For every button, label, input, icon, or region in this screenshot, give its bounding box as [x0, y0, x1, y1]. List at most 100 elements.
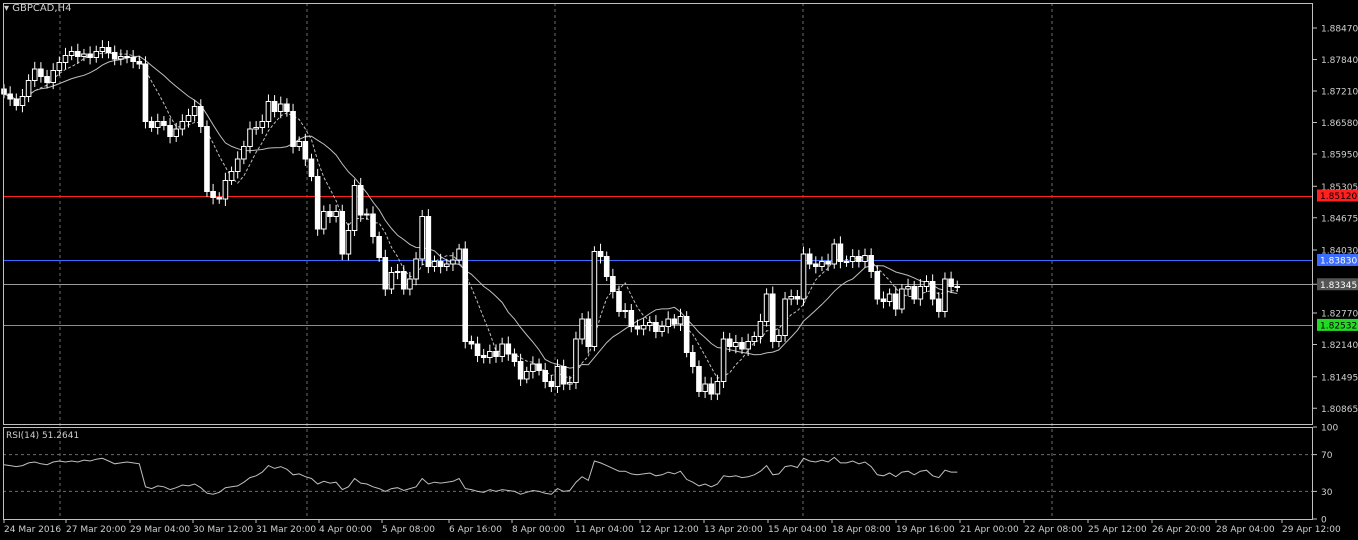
price-tick-label: 1.87210	[1321, 88, 1358, 98]
candle-body	[124, 56, 130, 58]
candle-body	[425, 216, 432, 267]
candle-body	[148, 121, 155, 128]
price-tick-label: 1.88470	[1321, 25, 1358, 35]
chart-canvas[interactable]: 1.884701.878401.872101.865801.859501.853…	[0, 0, 1358, 540]
candle-body	[394, 271, 401, 273]
candle-body	[357, 185, 364, 216]
candle-body	[911, 286, 918, 300]
candle-body	[856, 256, 862, 262]
candle-body	[204, 126, 210, 192]
candle-body	[364, 213, 370, 216]
dropdown-triangle-icon[interactable]: ▾	[4, 3, 9, 14]
candle-body	[616, 291, 622, 312]
candle-body	[954, 286, 961, 288]
candle-body	[554, 366, 561, 387]
time-tick-label: 15 Apr 04:00	[768, 525, 827, 535]
candle-body	[44, 76, 50, 83]
candle-body	[591, 251, 598, 347]
candle-body	[892, 293, 899, 310]
candle-body	[905, 286, 911, 290]
candle-body	[763, 293, 770, 322]
candle-body	[136, 61, 143, 65]
candle-body	[776, 335, 782, 342]
candle-body	[400, 271, 407, 290]
candle-body	[849, 256, 856, 262]
candle-body	[923, 281, 930, 287]
candle-body	[87, 53, 93, 58]
time-tick-label: 29 Apr 12:00	[1282, 525, 1341, 535]
time-tick-label: 13 Apr 20:00	[704, 525, 763, 535]
candle-body	[831, 243, 838, 265]
chart-axes	[3, 3, 1313, 520]
candle-body	[837, 243, 844, 262]
horizontal-price-lines[interactable]	[3, 196, 1313, 326]
candle-body	[444, 263, 450, 267]
candle-body	[339, 211, 346, 255]
price-tick-label: 1.87840	[1321, 56, 1358, 66]
candle-body	[683, 316, 690, 353]
price-tick-label: 1.84675	[1321, 214, 1358, 224]
price-axis-ticks: 1.884701.878401.872101.865801.859501.853…	[1313, 25, 1358, 415]
time-tick-label: 21 Apr 00:00	[960, 525, 1019, 535]
candle-body	[499, 343, 505, 357]
candle-body	[228, 171, 235, 181]
candle-body	[868, 255, 874, 272]
candle-body	[388, 272, 395, 290]
candle-body	[382, 257, 389, 290]
candle-body	[437, 261, 444, 267]
candle-body	[19, 96, 26, 106]
candle-body	[819, 261, 825, 267]
time-tick-label: 22 Apr 08:00	[1024, 525, 1083, 535]
price-tick-label: 1.82140	[1321, 341, 1358, 351]
candle-body	[708, 383, 715, 395]
candle-body	[474, 343, 481, 356]
time-tick-label: 4 Apr 00:00	[319, 525, 372, 535]
candle-body	[370, 213, 376, 237]
candle-body	[185, 115, 192, 122]
candle-body	[942, 278, 948, 312]
time-tick-label: 26 Apr 20:00	[1152, 525, 1211, 535]
candle-body	[671, 318, 678, 325]
candle-body	[234, 158, 241, 172]
candle-body	[794, 296, 801, 300]
candle-body	[7, 93, 13, 100]
candle-body	[290, 111, 296, 147]
rsi-indicator-panel	[3, 454, 1313, 495]
candle-body	[880, 298, 887, 302]
candle-body	[13, 98, 20, 106]
candle-body	[843, 261, 850, 263]
candle-body	[333, 211, 339, 217]
chart-title[interactable]: ▾ GBPCAD,H4	[4, 3, 71, 14]
candle-body	[462, 248, 469, 342]
time-tick-label: 12 Apr 12:00	[640, 525, 699, 535]
candle-body	[253, 127, 259, 130]
main-plot-frame	[3, 3, 1313, 425]
time-tick-label: 29 Mar 04:00	[130, 525, 190, 535]
candle-body	[247, 128, 253, 147]
candle-body	[536, 363, 542, 371]
time-tick-label: 19 Apr 16:00	[896, 525, 955, 535]
candle-body	[603, 256, 610, 277]
price-tick-label: 1.81495	[1321, 373, 1358, 383]
time-tick-label: 28 Apr 04:00	[1216, 525, 1275, 535]
candle-body	[222, 180, 229, 200]
candle-body	[308, 158, 315, 177]
candle-body	[75, 51, 81, 57]
candle-body	[806, 253, 813, 265]
candle-body	[241, 146, 247, 160]
candle-body	[167, 125, 173, 137]
candle-body	[345, 230, 352, 255]
rsi-axis-ticks: 100 70 30 0	[1313, 424, 1338, 526]
candle-body	[530, 363, 536, 372]
time-tick-label: 30 Mar 12:00	[193, 525, 253, 535]
candle-body	[745, 341, 751, 350]
candle-body	[407, 278, 413, 290]
candle-body	[733, 342, 739, 347]
candle-body	[769, 293, 776, 342]
candle-body	[874, 271, 881, 300]
candle-body	[154, 121, 161, 128]
candle-body	[277, 103, 284, 112]
candle-body	[560, 366, 567, 385]
candle-body	[210, 191, 216, 198]
time-tick-label: 31 Mar 20:00	[256, 525, 316, 535]
